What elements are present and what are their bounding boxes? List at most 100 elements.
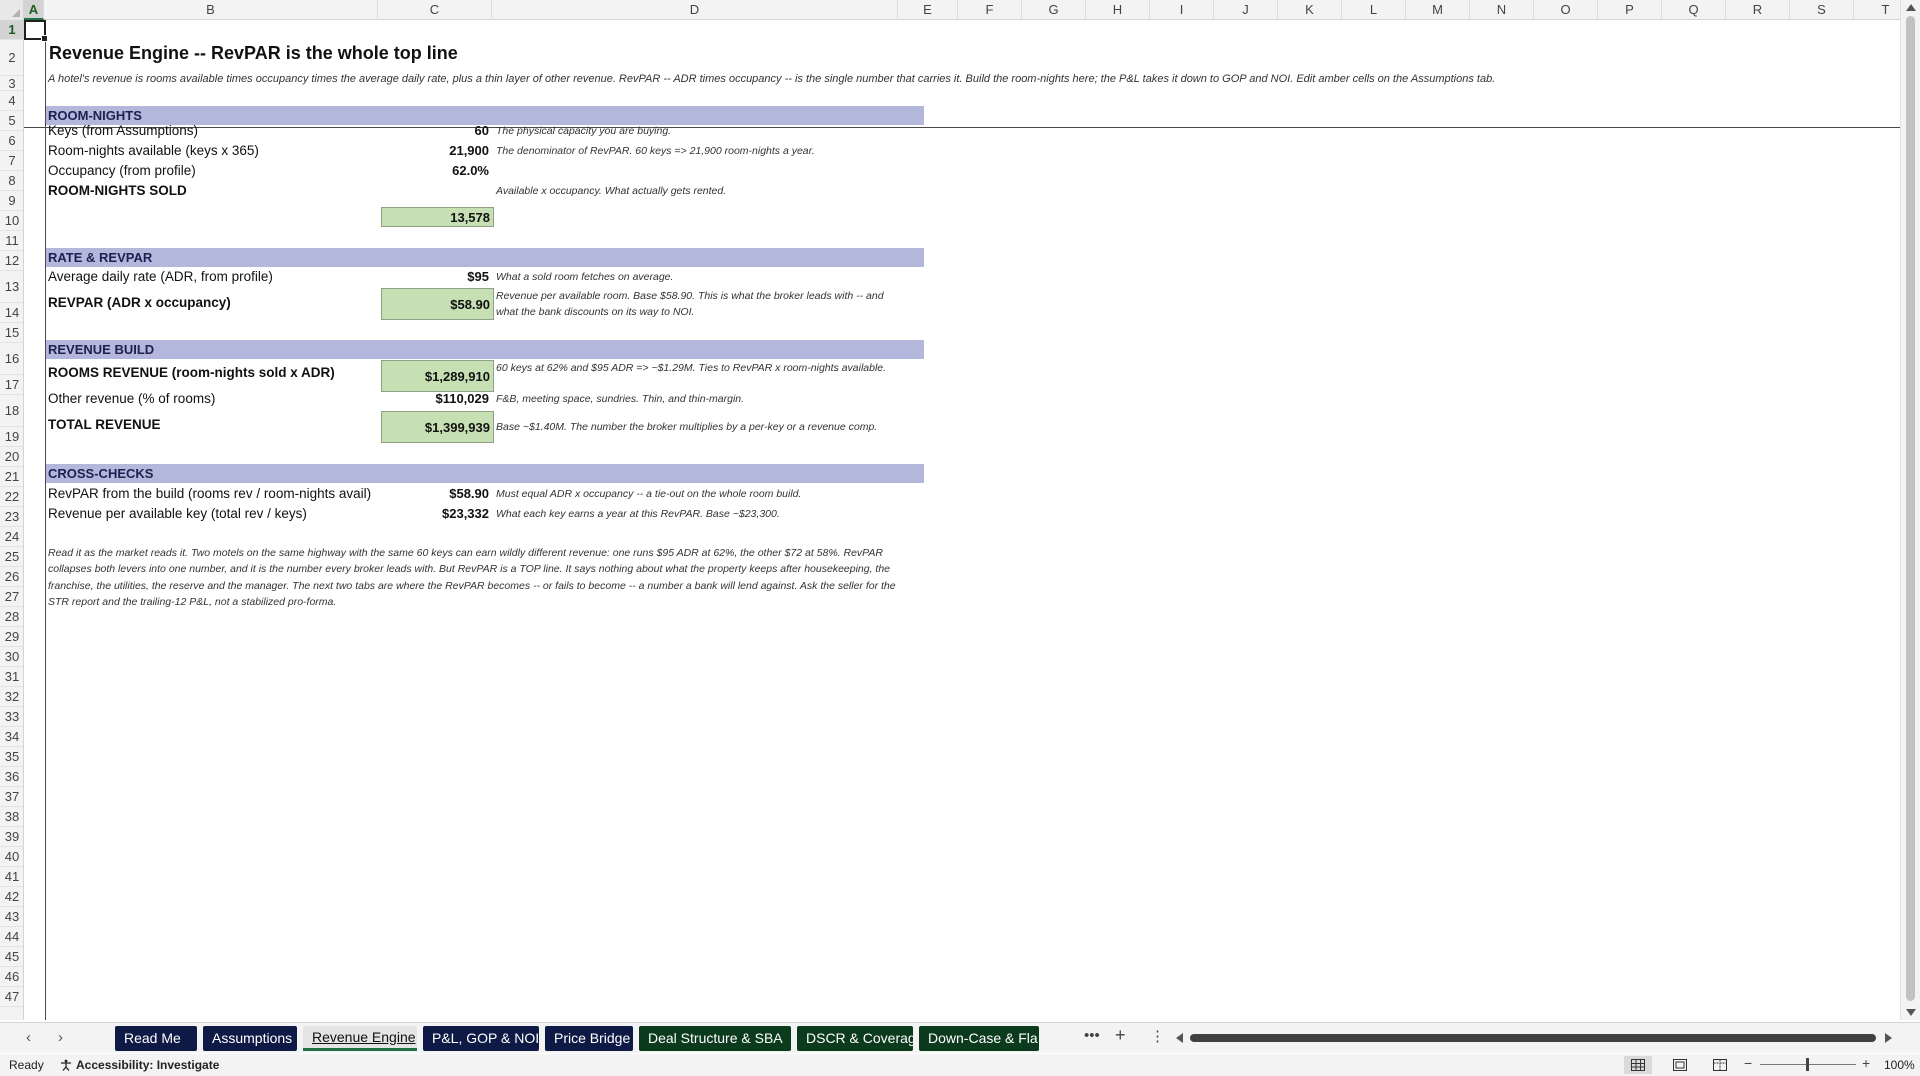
row-header-44[interactable]: 44 [0, 927, 23, 947]
horizontal-scroll-thumb[interactable] [1190, 1034, 1876, 1042]
accessibility-status[interactable]: Accessibility: Investigate [60, 1058, 219, 1072]
value-room-nights-available[interactable]: 21,900 [382, 143, 492, 158]
row-header-45[interactable]: 45 [0, 947, 23, 967]
row-header-13[interactable]: 13 [0, 271, 23, 303]
row-header-16[interactable]: 16 [0, 343, 23, 375]
value-revpar-check[interactable]: $58.90 [382, 486, 492, 501]
row-header-1[interactable]: 1 [0, 20, 23, 40]
column-header-n[interactable]: N [1470, 0, 1534, 20]
column-header-a[interactable]: A [24, 0, 44, 20]
column-header-o[interactable]: O [1534, 0, 1598, 20]
row-header-46[interactable]: 46 [0, 967, 23, 987]
row-header-30[interactable]: 30 [0, 647, 23, 667]
row-header-43[interactable]: 43 [0, 907, 23, 927]
label-keys[interactable]: Keys (from Assumptions) [48, 123, 198, 138]
column-header-b[interactable]: B [44, 0, 378, 20]
row-header-17[interactable]: 17 [0, 375, 23, 395]
horizontal-scrollbar[interactable] [1176, 1031, 1892, 1045]
column-header-e[interactable]: E [898, 0, 958, 20]
active-cell-a1[interactable] [24, 20, 48, 42]
row-header-20[interactable]: 20 [0, 447, 23, 467]
row-header-28[interactable]: 28 [0, 607, 23, 627]
scroll-down-arrow-icon[interactable] [1906, 1009, 1916, 1016]
chevron-right-icon[interactable]: › [58, 1029, 63, 1046]
column-header-l[interactable]: L [1342, 0, 1406, 20]
row-header-25[interactable]: 25 [0, 547, 23, 567]
row-header-42[interactable]: 42 [0, 887, 23, 907]
row-header-37[interactable]: 37 [0, 787, 23, 807]
row-header-5[interactable]: 5 [0, 111, 23, 131]
commentary-paragraph[interactable]: Read it as the market reads it. Two mote… [48, 545, 918, 611]
label-total-revenue[interactable]: TOTAL REVENUE [48, 417, 161, 432]
row-header-40[interactable]: 40 [0, 847, 23, 867]
more-tabs-icon[interactable]: ••• [1084, 1027, 1100, 1044]
column-header-c[interactable]: C [378, 0, 492, 20]
vertical-scroll-thumb[interactable] [1906, 16, 1915, 1001]
zoom-in-icon[interactable]: + [1862, 1055, 1870, 1071]
row-header-23[interactable]: 23 [0, 507, 23, 527]
note-room-nights-sold[interactable]: Available x occupancy. What actually get… [496, 183, 926, 199]
row-header-47[interactable]: 47 [0, 987, 23, 1007]
column-header-q[interactable]: Q [1662, 0, 1726, 20]
note-room-nights-available[interactable]: The denominator of RevPAR. 60 keys => 21… [496, 143, 926, 159]
column-header-f[interactable]: F [958, 0, 1022, 20]
sheet-grid[interactable]: Revenue Engine -- RevPAR is the whole to… [24, 20, 1900, 1020]
column-header-d[interactable]: D [492, 0, 898, 20]
calc-rooms-revenue[interactable]: $1,289,910 [381, 360, 494, 392]
label-revpar[interactable]: REVPAR (ADR x occupancy) [48, 295, 231, 310]
zoom-level[interactable]: 100% [1884, 1058, 1915, 1072]
scroll-right-arrow-icon[interactable] [1885, 1033, 1892, 1043]
row-header-3[interactable]: 3 [0, 76, 23, 91]
page-break-button[interactable] [1706, 1056, 1734, 1074]
value-rev-per-key[interactable]: $23,332 [382, 506, 492, 521]
zoom-knob[interactable] [1806, 1058, 1809, 1071]
column-header-p[interactable]: P [1598, 0, 1662, 20]
row-header-34[interactable]: 34 [0, 727, 23, 747]
row-header-11[interactable]: 11 [0, 231, 23, 251]
note-keys[interactable]: The physical capacity you are buying. [496, 123, 926, 139]
value-other-revenue[interactable]: $110,029 [382, 391, 492, 406]
column-header-h[interactable]: H [1086, 0, 1150, 20]
row-header-7[interactable]: 7 [0, 151, 23, 171]
column-header-m[interactable]: M [1406, 0, 1470, 20]
label-adr[interactable]: Average daily rate (ADR, from profile) [48, 269, 273, 284]
sheet-tab-p-l-gop-noi[interactable]: P&L, GOP & NOI [423, 1026, 539, 1051]
column-header-s[interactable]: S [1790, 0, 1854, 20]
label-room-nights-sold[interactable]: ROOM-NIGHTS SOLD [48, 183, 187, 198]
note-rooms-revenue[interactable]: 60 keys at 62% and $95 ADR => ~$1.29M. T… [496, 360, 896, 376]
sheet-tab-dscr-coverage[interactable]: DSCR & Coverage [797, 1026, 913, 1051]
row-header-21[interactable]: 21 [0, 467, 23, 487]
row-header-8[interactable]: 8 [0, 171, 23, 191]
value-adr[interactable]: $95 [382, 269, 492, 284]
value-occupancy[interactable]: 62.0% [382, 163, 492, 178]
page-layout-button[interactable] [1666, 1056, 1694, 1074]
row-header-18[interactable]: 18 [0, 395, 23, 427]
sheet-tab-deal-structure-sba[interactable]: Deal Structure & SBA [639, 1026, 791, 1051]
label-rev-per-key[interactable]: Revenue per available key (total rev / k… [48, 506, 307, 521]
row-header-35[interactable]: 35 [0, 747, 23, 767]
row-header-14[interactable]: 14 [0, 303, 23, 323]
chevron-left-icon[interactable]: ‹ [26, 1029, 31, 1046]
row-header-41[interactable]: 41 [0, 867, 23, 887]
row-header-29[interactable]: 29 [0, 627, 23, 647]
column-header-i[interactable]: I [1150, 0, 1214, 20]
calc-revpar[interactable]: $58.90 [381, 288, 494, 320]
row-header-9[interactable]: 9 [0, 191, 23, 211]
column-header-r[interactable]: R [1726, 0, 1790, 20]
zoom-slider[interactable]: − + [1744, 1055, 1874, 1073]
label-rooms-revenue[interactable]: ROOMS REVENUE (room-nights sold x ADR) [48, 365, 335, 380]
sheet-tab-read-me[interactable]: Read Me [115, 1026, 197, 1051]
column-header-j[interactable]: J [1214, 0, 1278, 20]
label-revpar-check[interactable]: RevPAR from the build (rooms rev / room-… [48, 486, 371, 501]
value-keys[interactable]: 60 [382, 123, 492, 138]
calc-room-nights-sold[interactable]: 13,578 [381, 207, 494, 227]
row-header-22[interactable]: 22 [0, 487, 23, 507]
row-header-39[interactable]: 39 [0, 827, 23, 847]
sheet-tab-down-case-fla[interactable]: Down-Case & Fla [919, 1026, 1039, 1051]
note-revpar-check[interactable]: Must equal ADR x occupancy -- a tie-out … [496, 486, 926, 502]
row-header-32[interactable]: 32 [0, 687, 23, 707]
row-header-2[interactable]: 2 [0, 40, 23, 76]
row-header-26[interactable]: 26 [0, 567, 23, 587]
add-sheet-icon[interactable]: + [1115, 1025, 1126, 1046]
label-room-nights-available[interactable]: Room-nights available (keys x 365) [48, 143, 259, 158]
